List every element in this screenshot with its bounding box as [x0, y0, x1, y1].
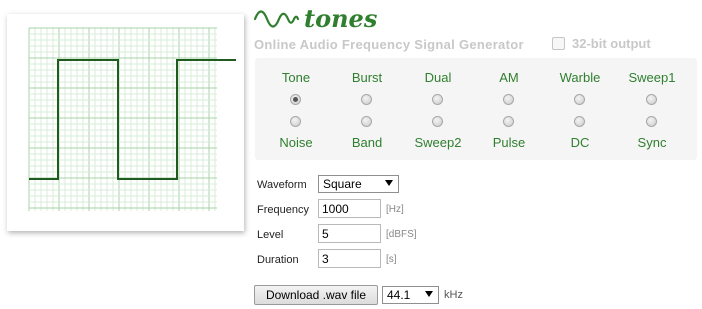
sample-rate-unit: kHz	[444, 289, 463, 301]
radio-sweep2[interactable]	[432, 116, 443, 127]
mode-label-am: AM	[499, 70, 519, 85]
option-32bit[interactable]: 32-bit output	[552, 36, 651, 51]
level-label: Level	[257, 229, 284, 241]
frequency-label: Frequency	[257, 204, 309, 216]
duration-unit: [s]	[386, 254, 397, 265]
duration-input[interactable]	[318, 249, 381, 268]
radio-sweep1[interactable]	[646, 94, 657, 105]
mode-column: AM Pulse	[474, 58, 544, 160]
mode-label-burst: Burst	[351, 70, 383, 85]
mode-label-dual: Dual	[424, 70, 452, 85]
logo: tones	[253, 4, 414, 36]
mode-column: Burst Band	[332, 58, 402, 160]
mode-label-pulse: Pulse	[492, 135, 526, 150]
chevron-down-icon	[385, 180, 393, 186]
mode-label-tone: Tone	[281, 70, 311, 85]
frequency-unit: [Hz]	[386, 204, 404, 215]
logo-text: tones	[304, 6, 378, 33]
level-unit: [dBFS]	[386, 229, 417, 240]
mode-column: Dual Sweep2	[403, 58, 473, 160]
waveform-label: Waveform	[257, 179, 307, 191]
chevron-down-icon	[425, 291, 433, 297]
level-input[interactable]	[318, 224, 381, 243]
mode-label-band: Band	[351, 135, 383, 150]
radio-pulse[interactable]	[503, 116, 514, 127]
waveform-scope	[28, 27, 236, 211]
mode-label-dc: DC	[570, 135, 590, 150]
radio-noise[interactable]	[290, 116, 301, 127]
mode-label-sweep2: Sweep2	[414, 135, 462, 150]
sample-rate-value: 44.1	[387, 288, 411, 302]
mode-selector: Tone Noise Burst Band Dual Sweep2 AM Pul…	[255, 58, 697, 160]
frequency-input[interactable]	[318, 199, 381, 218]
radio-tone[interactable]	[290, 94, 301, 105]
sample-rate-select[interactable]: 44.1	[382, 286, 439, 304]
option-32bit-label: 32-bit output	[572, 36, 651, 51]
waveform-select-value: Square	[323, 177, 362, 191]
mode-label-noise: Noise	[279, 135, 313, 150]
mode-label-sync: Sync	[637, 135, 667, 150]
radio-warble[interactable]	[574, 94, 585, 105]
radio-dual[interactable]	[432, 94, 443, 105]
mode-label-sweep1: Sweep1	[628, 70, 676, 85]
radio-burst[interactable]	[361, 94, 372, 105]
mode-column: Sweep1 Sync	[617, 58, 687, 160]
radio-sync[interactable]	[646, 116, 657, 127]
waveform-preview	[7, 14, 244, 231]
radio-am[interactable]	[503, 94, 514, 105]
sine-wave-icon: tones	[253, 4, 378, 33]
tagline: Online Audio Frequency Signal Generator	[254, 37, 524, 52]
square-wave-trace	[29, 59, 236, 180]
duration-label: Duration	[257, 254, 299, 266]
mode-column: Warble DC	[545, 58, 615, 160]
radio-band[interactable]	[361, 116, 372, 127]
radio-dc[interactable]	[574, 116, 585, 127]
waveform-select[interactable]: Square	[318, 175, 399, 193]
checkbox-32bit[interactable]	[552, 37, 565, 50]
mode-column: Tone Noise	[261, 58, 331, 160]
mode-label-warble: Warble	[559, 70, 601, 85]
download-wav-button[interactable]: Download .wav file	[254, 285, 378, 305]
